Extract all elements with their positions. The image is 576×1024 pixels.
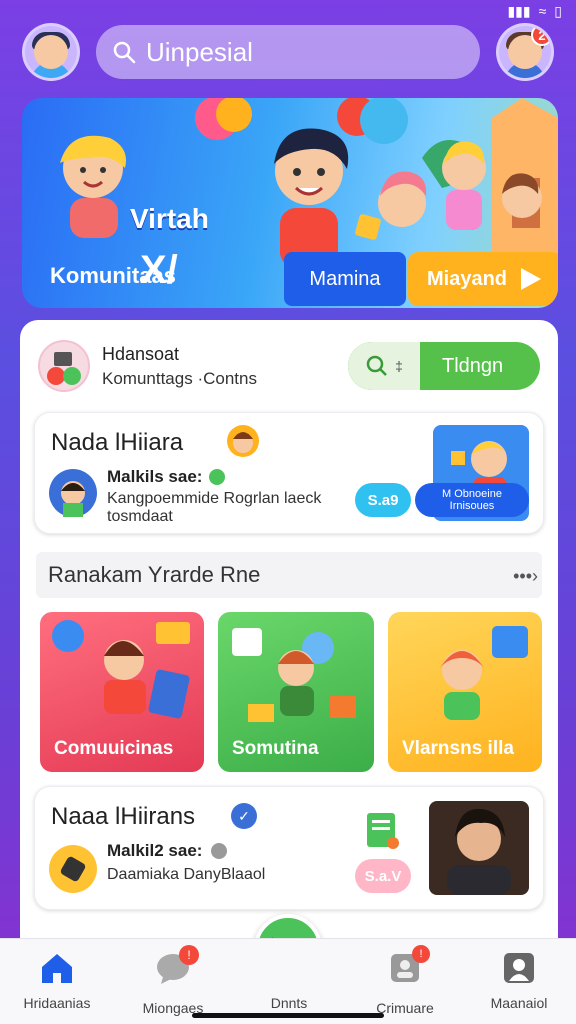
- nav-item-home[interactable]: Hridaanias: [2, 951, 112, 1011]
- category-tile[interactable]: Somutina: [218, 612, 374, 772]
- document-icon: [367, 813, 399, 849]
- card-meta-title: Malkil2 sae:: [107, 841, 203, 860]
- tile-illustration: [52, 620, 190, 719]
- nav-label: Hridaanias: [23, 995, 91, 1011]
- search-icon: [113, 41, 136, 64]
- community-subtitle: Komunttags ·Contns: [102, 368, 257, 388]
- tile-label: Vlarnsns illa: [402, 738, 514, 759]
- price-pill[interactable]: S.a9: [355, 483, 411, 517]
- card-meta-line: Daamiaka DanyBlaaol: [107, 866, 266, 883]
- kid-badge-icon: [227, 425, 259, 457]
- battery-icon: ▯: [554, 2, 562, 19]
- home-icon: [42, 954, 72, 983]
- hero-primary-button[interactable]: Miayand: [408, 252, 558, 306]
- community-thumbnail: [38, 340, 90, 392]
- wifi-icon: ≈: [538, 3, 547, 19]
- content-card[interactable]: Naaa lHiirans ✓ Malkil2 sae: Daamiaka Da…: [34, 786, 544, 910]
- author-avatar[interactable]: [49, 469, 97, 517]
- community-name: Hdansoat: [102, 343, 180, 364]
- profile-icon: [504, 953, 534, 983]
- profile-avatar[interactable]: 2: [496, 23, 554, 81]
- card-title: Naaa lHiirans: [51, 803, 196, 830]
- nav-label: Crimuare: [376, 1000, 434, 1016]
- card-meta-title: Malkils sae:: [107, 467, 203, 486]
- card-meta-line-1: Kangpoemmide Rogrlan laeck: [107, 490, 322, 507]
- messages-badge: !: [179, 945, 199, 965]
- home-indicator: [192, 1013, 384, 1018]
- category-tile[interactable]: Vlarnsns illa: [388, 612, 542, 772]
- bottom-navigation: Hridaanias ! Miongaes Dnnts ! Crimuare M…: [0, 938, 576, 1024]
- toggle-divider-icon: ‡: [395, 358, 403, 374]
- community-profile-row[interactable]: Hdansoat Komunttags ·Contns ‡ Tldngn: [38, 334, 540, 398]
- tile-label: Comuuicinas: [54, 738, 174, 759]
- hero-title: Virtah: [130, 203, 209, 234]
- user-avatar[interactable]: [22, 23, 80, 81]
- hero-banner[interactable]: X/ Virtah Komunitaas Mamina Miayand: [22, 98, 558, 308]
- content-card[interactable]: Nada lHiiara Malkils sae: Kangpoemmide R…: [34, 412, 544, 534]
- category-tile[interactable]: Comuuicinas: [40, 612, 204, 772]
- search-bar[interactable]: Uinpesial: [96, 25, 480, 79]
- tile-illustration: [440, 626, 528, 720]
- verified-icon: [209, 469, 225, 485]
- nav-item-contacts[interactable]: ! Crimuare: [350, 945, 460, 1016]
- search-icon: [366, 355, 387, 376]
- hero-secondary-button[interactable]: Mamina: [284, 252, 406, 306]
- kid-character-illustration: [60, 135, 126, 238]
- nav-item-center[interactable]: Dnnts: [234, 951, 344, 1011]
- signal-icon: ▮▮▮: [507, 2, 531, 19]
- contacts-badge: !: [412, 945, 430, 963]
- hero-subtitle: Komunitaas: [50, 263, 176, 288]
- verified-icon: ✓: [231, 803, 257, 829]
- tile-label: Somutina: [232, 738, 319, 759]
- nav-item-profile[interactable]: Maanaiol: [464, 951, 574, 1011]
- card-title: Nada lHiiara: [51, 429, 184, 456]
- section-header: Ranakam Yrarde Rne •••›: [36, 552, 542, 598]
- main-panel: Hdansoat Komunttags ·Contns ‡ Tldngn Nad…: [20, 320, 558, 960]
- toggle-label: Tldngn: [442, 354, 504, 377]
- hero-primary-label: Miayand: [426, 267, 508, 290]
- info-icon: [211, 843, 227, 859]
- section-title: Ranakam Yrarde Rne: [48, 562, 261, 587]
- tile-illustration: [232, 628, 356, 722]
- nav-item-messages[interactable]: ! Miongaes: [118, 945, 228, 1016]
- nav-label: Dnnts: [270, 995, 308, 1011]
- category-pill[interactable]: M Obnoeine Irnisoues: [415, 483, 529, 517]
- status-bar: ▮▮▮ ≈ ▯: [507, 0, 562, 22]
- more-button[interactable]: •••›: [513, 566, 538, 587]
- card-meta-line-2: tosmdaat: [107, 508, 173, 525]
- notification-badge: 2: [531, 26, 551, 46]
- community-toggle[interactable]: ‡ Tldngn: [348, 342, 540, 390]
- author-avatar[interactable]: [49, 845, 97, 893]
- nav-label: Maanaiol: [490, 995, 548, 1011]
- search-input[interactable]: Uinpesial: [146, 37, 253, 68]
- apps-icon: [47, 352, 81, 385]
- top-bar: Uinpesial 2: [22, 22, 554, 82]
- play-icon: [521, 268, 542, 290]
- kids-group-illustration: [378, 141, 542, 230]
- card-photo[interactable]: [429, 801, 529, 895]
- price-pill[interactable]: S.a.V: [355, 859, 411, 893]
